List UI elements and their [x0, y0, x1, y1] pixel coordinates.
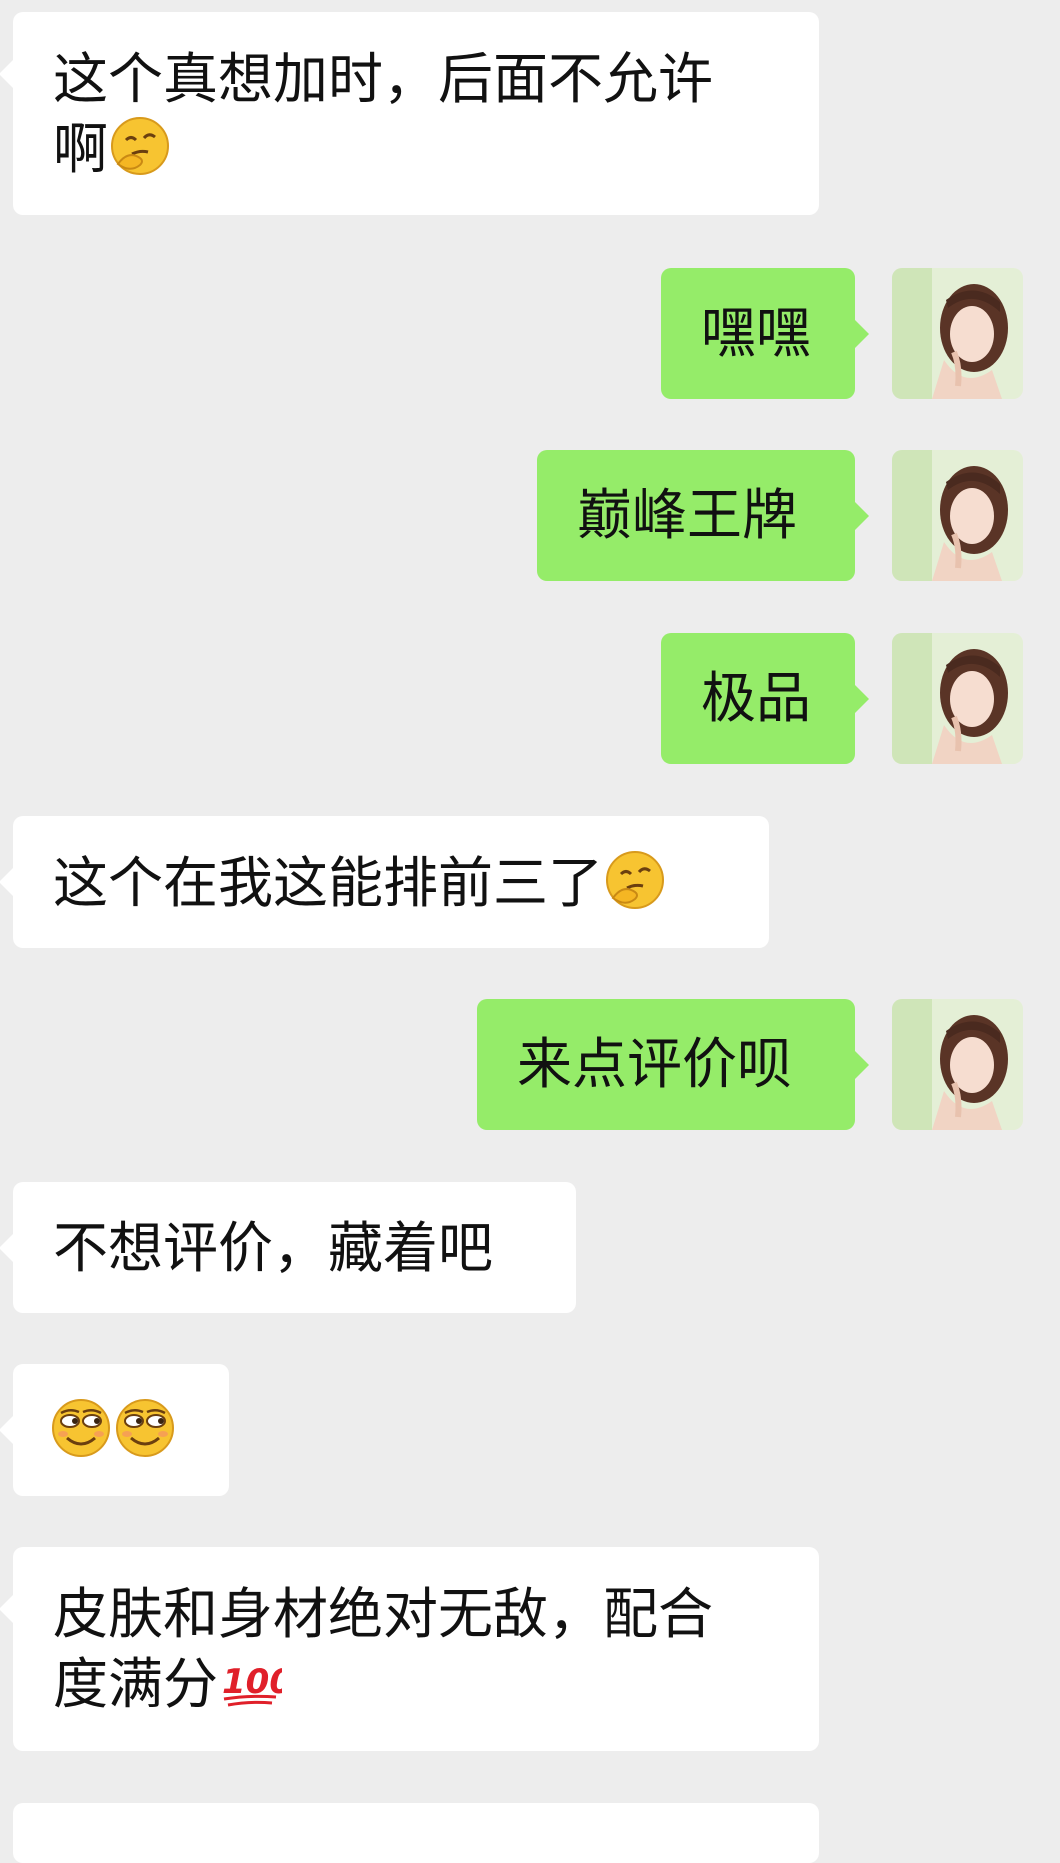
- avatar[interactable]: [892, 999, 1023, 1130]
- message-bubble[interactable]: 这个真想加时，后面不允许 啊: [0, 12, 819, 215]
- message-bubble[interactable]: [13, 1803, 819, 1863]
- bubble-tail: [855, 502, 869, 530]
- message-text: 这个真想加时，后面不允许: [53, 47, 714, 111]
- message-bubble[interactable]: 嘿嘿: [661, 268, 869, 399]
- message-bubble[interactable]: 巅峰王牌: [537, 450, 869, 581]
- bubble-tail: [0, 60, 13, 88]
- message-text: 度满分: [53, 1652, 219, 1716]
- bubble-tail: [855, 320, 869, 348]
- avatar[interactable]: [892, 450, 1023, 581]
- chat-message-list[interactable]: 这个真想加时，后面不允许 啊 嘿嘿 巅峰王牌 极品 这个在我这能排前三了 来点评…: [0, 0, 1060, 1863]
- message-text: 啊: [53, 117, 109, 181]
- message-bubble[interactable]: 不想评价，藏着吧: [0, 1182, 576, 1313]
- bubble-tail: [855, 685, 869, 713]
- message-bubble[interactable]: 这个在我这能排前三了: [0, 816, 769, 948]
- avatar[interactable]: [892, 633, 1023, 764]
- message-bubble[interactable]: 来点评价呗: [477, 999, 869, 1130]
- message-text: 嘿嘿: [701, 301, 812, 365]
- message-text: 这个在我这能排前三了: [53, 851, 604, 915]
- bubble-tail: [0, 1234, 13, 1262]
- bubble-tail: [0, 868, 13, 896]
- message-text: 不想评价，藏着吧: [53, 1216, 494, 1280]
- message-bubble[interactable]: [0, 1364, 229, 1496]
- message-text: 来点评价呗: [517, 1032, 793, 1096]
- thinking-face-icon: [603, 848, 667, 912]
- message-text: 巅峰王牌: [577, 483, 798, 547]
- thinking-face-icon: [108, 114, 172, 178]
- message-bubble[interactable]: 皮肤和身材绝对无敌，配合 度满分 100: [0, 1547, 819, 1751]
- smirking-face-icon: [49, 1396, 113, 1460]
- message-bubble[interactable]: 极品: [661, 633, 869, 764]
- avatar[interactable]: [892, 268, 1023, 399]
- bubble-tail: [0, 1595, 13, 1623]
- message-text: 极品: [701, 666, 812, 730]
- message-text: 皮肤和身材绝对无敌，配合: [53, 1582, 714, 1646]
- smirking-face-icon: [113, 1396, 177, 1460]
- hundred-points-icon: 100: [218, 1649, 282, 1713]
- bubble-tail: [855, 1051, 869, 1079]
- bubble-tail: [0, 1416, 13, 1444]
